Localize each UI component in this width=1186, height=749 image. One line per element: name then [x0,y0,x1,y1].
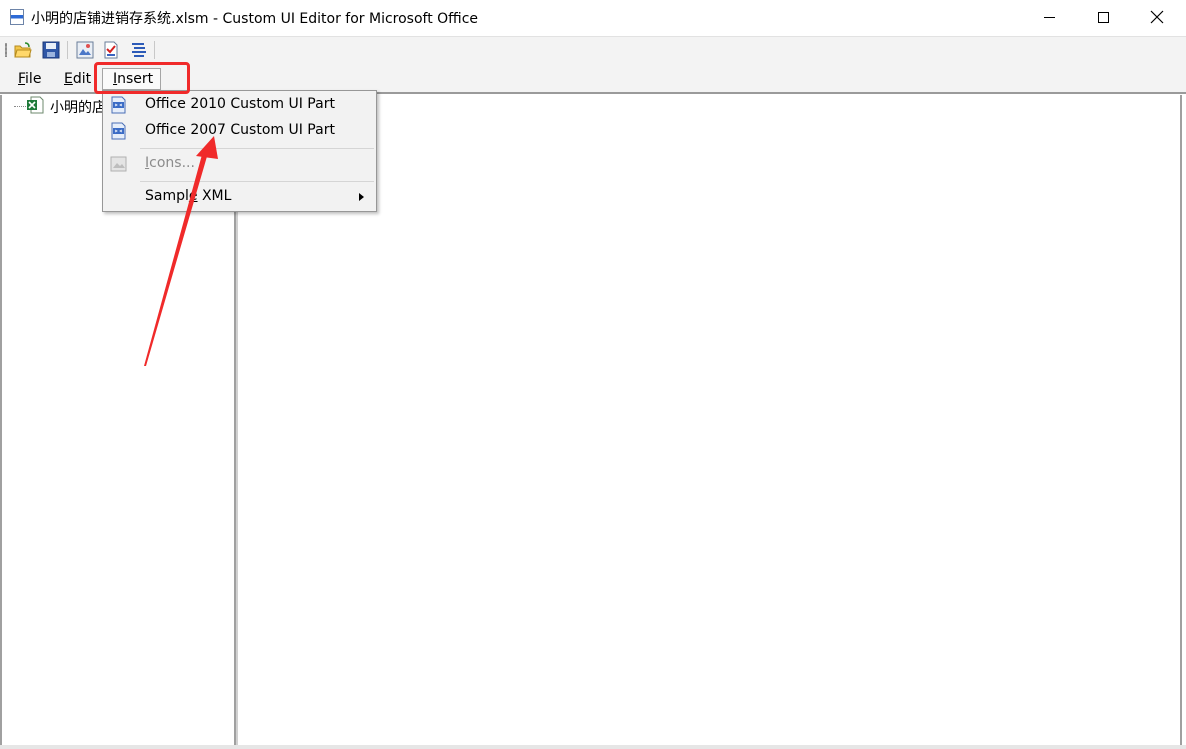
menu-separator [140,148,374,149]
open-icon[interactable] [14,41,32,59]
menu-file[interactable]: File [18,71,41,87]
submenu-arrow-icon [359,193,364,201]
title-bar: 小明的店铺进销存系统.xlsm - Custom UI Editor for M… [0,0,1186,34]
close-button[interactable] [1134,0,1180,34]
menu-item-office-2007-part[interactable]: Office 2007 Custom UI Part [105,119,374,143]
menu-separator [140,181,374,182]
minimize-button[interactable] [1026,0,1072,34]
menu-item-icons[interactable]: Icons... [105,152,374,176]
window-title: 小明的店铺进销存系统.xlsm - Custom UI Editor for M… [31,11,479,27]
toolbar [0,36,1186,63]
menu-edit[interactable]: Edit [64,71,91,87]
menu-item-sample-xml[interactable]: Sample XML [105,185,374,209]
xml-part-icon [111,122,126,140]
save-icon[interactable] [42,41,60,59]
validate-icon[interactable] [102,41,120,59]
menu-item-office-2010-part[interactable]: Office 2010 Custom UI Part [105,93,374,117]
image-icon [110,156,127,172]
tree-root-item[interactable]: 小明的店 [50,97,106,117]
tree-connector [14,106,26,107]
minimize-icon [1043,16,1055,18]
toolbar-separator [67,41,68,59]
excel-file-icon [27,96,44,114]
annotation-highlight-box [94,62,190,94]
xml-editor[interactable] [238,95,1182,745]
app-icon [10,9,24,25]
maximize-icon [1097,11,1109,23]
close-icon [1150,10,1164,24]
toolbar-grip[interactable] [5,43,7,57]
xml-part-icon [111,96,126,114]
status-strip [0,745,1186,749]
toolbar-separator [154,41,155,59]
insert-menu: Office 2010 Custom UI Part Office 2007 C… [102,90,377,212]
maximize-button[interactable] [1080,0,1126,34]
insert-icons-icon[interactable] [76,41,94,59]
format-xml-icon[interactable] [130,41,148,59]
